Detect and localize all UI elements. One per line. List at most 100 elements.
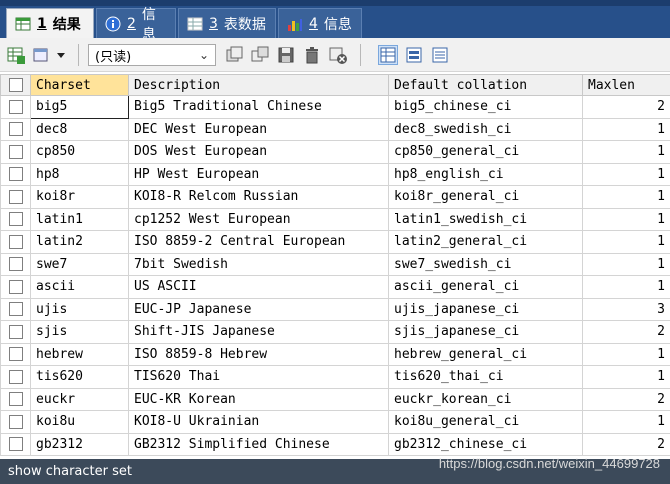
cell-maxlen[interactable]: 1	[582, 342, 670, 366]
cell-description[interactable]: EUC-KR Korean	[128, 387, 389, 411]
table-row[interactable]: koi8r KOI8-R Relcom Russian koi8r_general_…	[0, 185, 670, 209]
cell-maxlen[interactable]: 2	[582, 95, 670, 119]
column-header-default-collation[interactable]: Default collation	[388, 74, 583, 96]
column-header-charset[interactable]: Charset	[30, 74, 129, 96]
row-checkbox[interactable]	[0, 162, 31, 186]
cell-maxlen[interactable]: 1	[582, 162, 670, 186]
cell-charset[interactable]: gb2312	[30, 432, 129, 456]
table-row[interactable]: latin2 ISO 8859-2 Central European latin2_…	[0, 230, 670, 254]
cell-default-collation[interactable]: hp8_english_ci	[388, 162, 583, 186]
cell-maxlen[interactable]: 1	[582, 230, 670, 254]
export-grid-button[interactable]	[6, 45, 26, 65]
cell-charset[interactable]: latin2	[30, 230, 129, 254]
row-checkbox[interactable]	[0, 275, 31, 299]
cell-charset[interactable]: hebrew	[30, 342, 129, 366]
cell-maxlen[interactable]: 2	[582, 387, 670, 411]
cell-maxlen[interactable]: 1	[582, 207, 670, 231]
cell-description[interactable]: KOI8-U Ukrainian	[128, 410, 389, 434]
cell-maxlen[interactable]: 3	[582, 297, 670, 321]
cell-maxlen[interactable]: 1	[582, 185, 670, 209]
cell-maxlen[interactable]: 1	[582, 140, 670, 164]
table-row[interactable]: swe7 7bit Swedish swe7_swedish_ci 1	[0, 252, 670, 276]
row-checkbox[interactable]	[0, 230, 31, 254]
cell-default-collation[interactable]: latin1_swedish_ci	[388, 207, 583, 231]
cell-maxlen[interactable]: 1	[582, 252, 670, 276]
cell-description[interactable]: EUC-JP Japanese	[128, 297, 389, 321]
cell-description[interactable]: Shift-JIS Japanese	[128, 320, 389, 344]
cell-charset[interactable]: koi8r	[30, 185, 129, 209]
cell-description[interactable]: US ASCII	[128, 275, 389, 299]
cell-charset[interactable]: euckr	[30, 387, 129, 411]
row-checkbox[interactable]	[0, 117, 31, 141]
tab-info-2[interactable]: 4 信息	[278, 8, 362, 38]
row-checkbox[interactable]	[0, 252, 31, 276]
duplicate-row-button[interactable]	[250, 45, 270, 65]
cell-charset[interactable]: koi8u	[30, 410, 129, 434]
table-row[interactable]: euckr EUC-KR Korean euckr_korean_ci 2	[0, 387, 670, 411]
column-header-description[interactable]: Description	[128, 74, 389, 96]
cell-charset[interactable]: cp850	[30, 140, 129, 164]
table-row[interactable]: big5 Big5 Traditional Chinese big5_chinese…	[0, 95, 670, 119]
copy-row-button[interactable]	[224, 45, 244, 65]
cell-default-collation[interactable]: cp850_general_ci	[388, 140, 583, 164]
row-checkbox[interactable]	[0, 185, 31, 209]
text-view-button[interactable]	[430, 45, 450, 65]
cell-default-collation[interactable]: big5_chinese_ci	[388, 95, 583, 119]
cell-default-collation[interactable]: ascii_general_ci	[388, 275, 583, 299]
row-checkbox[interactable]	[0, 297, 31, 321]
row-checkbox[interactable]	[0, 410, 31, 434]
row-checkbox[interactable]	[0, 365, 31, 389]
table-row[interactable]: gb2312 GB2312 Simplified Chinese gb2312_ch…	[0, 432, 670, 456]
table-row[interactable]: koi8u KOI8-U Ukrainian koi8u_general_ci 1	[0, 410, 670, 434]
cell-default-collation[interactable]: hebrew_general_ci	[388, 342, 583, 366]
table-row[interactable]: latin1 cp1252 West European latin1_swedish…	[0, 207, 670, 231]
cell-default-collation[interactable]: swe7_swedish_ci	[388, 252, 583, 276]
cell-charset[interactable]: latin1	[30, 207, 129, 231]
table-row[interactable]: hp8 HP West European hp8_english_ci 1	[0, 162, 670, 186]
cell-description[interactable]: cp1252 West European	[128, 207, 389, 231]
view-mode-button[interactable]	[32, 45, 52, 65]
delete-button[interactable]	[302, 45, 322, 65]
cell-description[interactable]: ISO 8859-2 Central European	[128, 230, 389, 254]
readonly-select[interactable]: (只读) ⌄	[88, 44, 216, 66]
row-checkbox[interactable]	[0, 387, 31, 411]
row-checkbox[interactable]	[0, 342, 31, 366]
column-header-maxlen[interactable]: Maxlen	[582, 74, 670, 96]
cell-charset[interactable]: hp8	[30, 162, 129, 186]
tab-info[interactable]: 2 信息	[96, 7, 176, 43]
cell-default-collation[interactable]: koi8r_general_ci	[388, 185, 583, 209]
cell-maxlen[interactable]: 1	[582, 117, 670, 141]
table-row[interactable]: hebrew ISO 8859-8 Hebrew hebrew_general_ci…	[0, 342, 670, 366]
cell-default-collation[interactable]: latin2_general_ci	[388, 230, 583, 254]
cell-maxlen[interactable]: 1	[582, 410, 670, 434]
cell-description[interactable]: DOS West European	[128, 140, 389, 164]
cell-default-collation[interactable]: ujis_japanese_ci	[388, 297, 583, 321]
cancel-changes-button[interactable]	[328, 45, 348, 65]
select-all-checkbox[interactable]	[0, 74, 31, 96]
tab-table-data[interactable]: 3 表数据	[178, 8, 276, 38]
cell-charset[interactable]: ujis	[30, 297, 129, 321]
cell-description[interactable]: TIS620 Thai	[128, 365, 389, 389]
cell-charset[interactable]: swe7	[30, 252, 129, 276]
table-row[interactable]: sjis Shift-JIS Japanese sjis_japanese_ci 2	[0, 320, 670, 344]
cell-description[interactable]: HP West European	[128, 162, 389, 186]
cell-charset[interactable]: ascii	[30, 275, 129, 299]
row-checkbox[interactable]	[0, 95, 31, 119]
view-mode-dropdown[interactable]	[54, 45, 68, 65]
cell-charset[interactable]: tis620	[30, 365, 129, 389]
table-row[interactable]: dec8 DEC West European dec8_swedish_ci 1	[0, 117, 670, 141]
cell-description[interactable]: 7bit Swedish	[128, 252, 389, 276]
cell-default-collation[interactable]: gb2312_chinese_ci	[388, 432, 583, 456]
cell-maxlen[interactable]: 2	[582, 432, 670, 456]
cell-charset[interactable]: big5	[30, 95, 129, 119]
form-view-button[interactable]	[404, 45, 424, 65]
cell-charset[interactable]: dec8	[30, 117, 129, 141]
row-checkbox[interactable]	[0, 207, 31, 231]
table-row[interactable]: ujis EUC-JP Japanese ujis_japanese_ci 3	[0, 297, 670, 321]
cell-default-collation[interactable]: sjis_japanese_ci	[388, 320, 583, 344]
cell-default-collation[interactable]: tis620_thai_ci	[388, 365, 583, 389]
cell-charset[interactable]: sjis	[30, 320, 129, 344]
cell-description[interactable]: GB2312 Simplified Chinese	[128, 432, 389, 456]
row-checkbox[interactable]	[0, 432, 31, 456]
cell-description[interactable]: DEC West European	[128, 117, 389, 141]
